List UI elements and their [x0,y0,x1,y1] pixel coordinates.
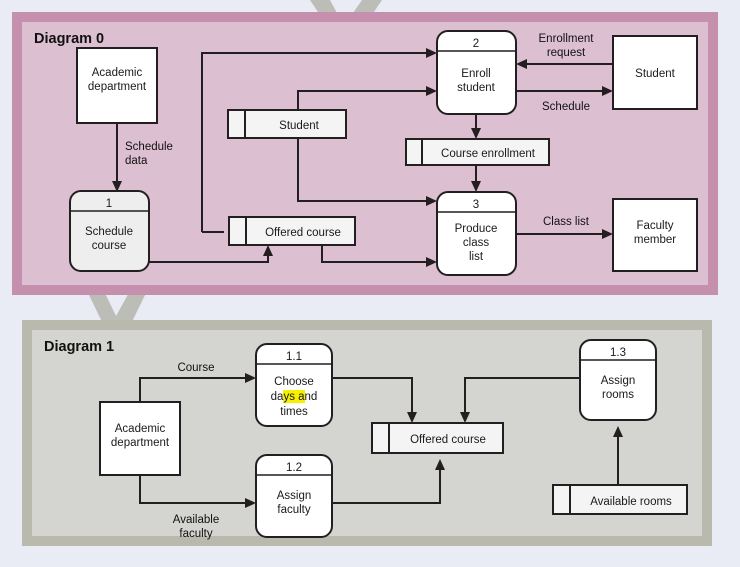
flow-label-schedule-data: Schedule [125,141,173,153]
dfd-svg-root: Diagram 0 Academic department Student Fa… [0,0,740,567]
store-label: Offered course [410,434,486,446]
panel-diagram0-title: Diagram 0 [34,31,104,47]
process-label-line: times [280,406,308,418]
flow-label-enrollment-request: request [547,47,586,59]
process-label-line: rooms [602,389,634,401]
external-academic-department-1[interactable]: Academic department [99,401,181,476]
process-label-line: list [469,251,484,263]
flow-label-available-faculty: faculty [179,528,212,540]
node-label-line: Faculty [636,220,673,232]
process-label-line: Enroll [461,68,490,80]
datastore-available-rooms[interactable]: Available rooms [552,484,688,515]
process-number: 3 [473,199,479,211]
external-student-entity[interactable]: Student [612,35,698,110]
flow-label-class-list: Class list [543,216,590,228]
node-label-line: Academic [115,423,166,435]
process-number: 1.2 [286,462,302,474]
node-label-line: Student [635,68,675,80]
store-label: Offered course [265,227,341,239]
node-label-line: member [634,234,676,246]
process-number: 1.3 [610,347,626,359]
flow-label-schedule-data: data [125,155,148,167]
external-faculty-member[interactable]: Faculty member [612,198,698,272]
process-3-produce-class-list[interactable]: 3 Produce class list [436,191,517,276]
store-label: Available rooms [590,496,672,508]
flow-label-enrollment-request: Enrollment [539,33,595,45]
datastore-course-enrollment[interactable]: Course enrollment [405,138,550,166]
process-1-schedule-course[interactable]: 1 Schedule course [69,190,150,272]
process-2-enroll-student[interactable]: 2 Enroll student [436,30,517,115]
datastore-offered-course-1[interactable]: Offered course [371,422,504,454]
process-label-line: Choose [274,376,314,388]
process-number: 1.1 [286,351,302,363]
process-label-line: faculty [277,504,310,516]
process-1-2-assign-faculty[interactable]: 1.2 Assign faculty [255,454,333,538]
store-label: Course enrollment [441,148,536,160]
flow-label-course: Course [177,362,214,374]
panel-diagram1-title: Diagram 1 [44,339,114,355]
process-number: 1 [106,198,112,210]
datastore-student[interactable]: Student [227,109,347,139]
node-label-line: department [111,437,170,449]
datastore-offered-course[interactable]: Offered course [228,216,356,246]
process-number: 2 [473,38,479,50]
process-label-line: days and [271,391,318,403]
process-label-line: Assign [277,490,312,502]
node-label-line: Academic [92,67,143,79]
process-label-line: class [463,237,489,249]
external-academic-department[interactable]: Academic department [76,47,158,124]
diagram-canvas: Diagram 0 Academic department Student Fa… [0,0,740,567]
node-label-line: department [88,81,147,93]
process-label-line: Schedule [85,226,133,238]
process-label-line: course [92,240,127,252]
process-label-line: Assign [601,375,636,387]
process-label-line: student [457,82,496,94]
process-1-1-choose-days-and-times[interactable]: 1.1 Choose days and times [255,343,333,427]
process-1-3-assign-rooms[interactable]: 1.3 Assign rooms [579,339,657,421]
flow-label-available-faculty: Available [173,514,219,526]
store-label: Student [279,120,319,132]
process-label-line: Produce [455,223,498,235]
flow-label-schedule: Schedule [542,101,590,113]
